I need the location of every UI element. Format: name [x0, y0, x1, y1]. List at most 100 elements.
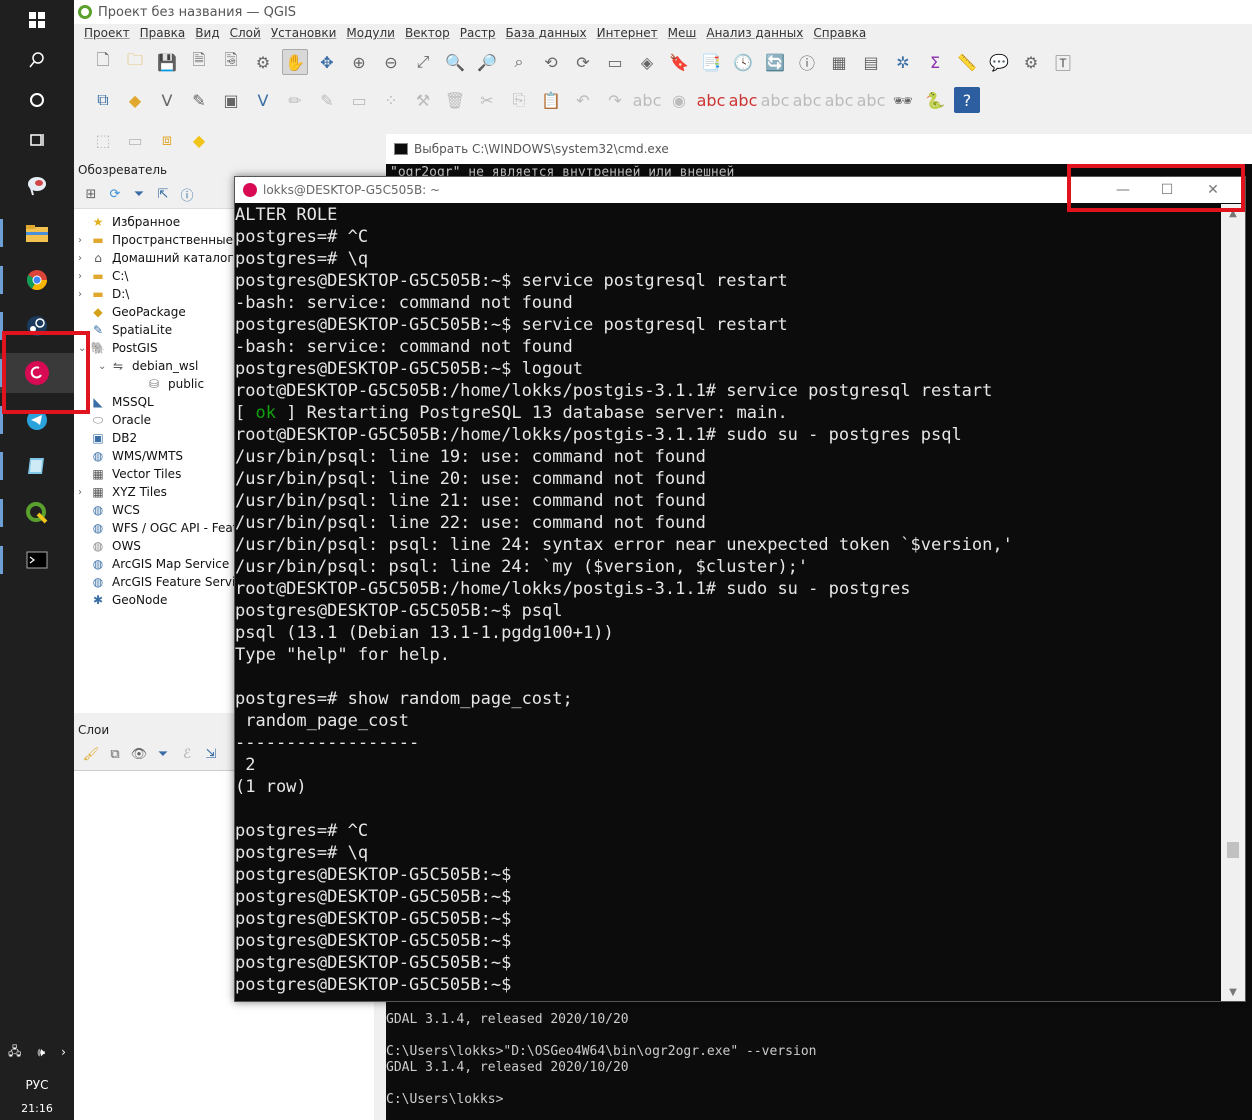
statistics-icon[interactable]: Σ [922, 49, 948, 75]
redo-icon[interactable]: ↷ [602, 87, 628, 113]
help-icon[interactable]: ? [954, 87, 980, 113]
settings-icon[interactable]: ✲ [890, 49, 916, 75]
browser-item[interactable]: › ▦ XYZ Tiles [78, 483, 167, 501]
menu-item[interactable]: Установки [271, 26, 337, 40]
paste-icon[interactable]: 📋 [538, 87, 564, 113]
network-icon[interactable]: 🖧 [8, 1042, 21, 1063]
browser-item[interactable]: ✎ SpatiaLite [78, 321, 172, 339]
filter-legend-icon[interactable]: ⏷ [152, 743, 174, 765]
refresh-icon[interactable]: ⟳ [104, 183, 126, 205]
menu-item[interactable]: Вид [195, 26, 219, 40]
menu-item[interactable]: Слой [230, 26, 261, 40]
filter-icon[interactable]: ⏷ [128, 183, 150, 205]
style-manager-icon[interactable]: ⚙ [250, 49, 276, 75]
cortana-button[interactable] [0, 80, 74, 120]
collapse-all-icon[interactable]: ⇱ [152, 183, 174, 205]
scroll-thumb[interactable] [1227, 842, 1239, 858]
expand-all-icon[interactable]: ⇲ [200, 743, 222, 765]
scroll-down-icon[interactable]: ▼ [1221, 983, 1245, 1001]
search-button[interactable] [0, 40, 74, 80]
chevron-right-icon[interactable]: › [61, 1045, 66, 1059]
style-layer-icon[interactable]: 🖌 [80, 743, 102, 765]
visibility-icon[interactable]: 👁 [128, 743, 150, 765]
text-annotation-icon[interactable]: 🅃 [1050, 49, 1076, 75]
taskbar-app-gis[interactable] [0, 446, 74, 486]
browser-item[interactable]: › ▬ C:\ [78, 267, 128, 285]
zoom-to-layer-icon[interactable]: 🔎 [474, 49, 500, 75]
toggle-editing-icon[interactable]: ✏ [282, 87, 308, 113]
new-map-view-icon[interactable]: ▭ [602, 49, 628, 75]
zoom-to-selection-icon[interactable]: 🔍 [442, 49, 468, 75]
menu-item[interactable]: Модули [346, 26, 395, 40]
browser-item[interactable]: ★ Избранное [78, 213, 181, 231]
new-project-icon[interactable]: 🗋 [90, 49, 116, 75]
open-project-icon[interactable]: 🗀 [122, 49, 148, 75]
menu-item[interactable]: База данных [506, 26, 587, 40]
browser-item[interactable]: › ▬ Пространственные з [78, 231, 243, 249]
label-pin-icon[interactable]: ◉ [666, 87, 692, 113]
zoom-out-icon[interactable]: ⊖ [378, 49, 404, 75]
vector-icon[interactable]: V [250, 87, 276, 113]
bookmark-icon[interactable]: 🔖 [666, 49, 692, 75]
new-shapefile-icon[interactable]: V [154, 87, 180, 113]
browser-item[interactable]: ◍ ArcGIS Map Service [78, 555, 229, 573]
measure-icon[interactable]: 📏 [954, 49, 980, 75]
temporal-icon[interactable]: 🕓 [730, 49, 756, 75]
label-rotate-icon[interactable]: abc [793, 87, 822, 113]
expand-arrow-icon[interactable]: › [78, 235, 90, 246]
menu-item[interactable]: Правка [140, 26, 186, 40]
undo-icon[interactable]: ↶ [570, 87, 596, 113]
zoom-full-icon[interactable]: ⤢ [410, 49, 436, 75]
menu-item[interactable]: Растр [460, 26, 496, 40]
menu-item[interactable]: Справка [813, 26, 866, 40]
browser-item[interactable]: ▦ Vector Tiles [78, 465, 181, 483]
expand-arrow-icon[interactable]: › [78, 271, 90, 282]
menu-item[interactable]: Анализ данных [706, 26, 803, 40]
cut-icon[interactable]: ✂ [474, 87, 500, 113]
menu-item[interactable]: Интернет [597, 26, 658, 40]
pan-to-selection-icon[interactable]: ✥ [314, 49, 340, 75]
pan-tool-icon[interactable]: ✋ [282, 49, 308, 75]
select-by-value-icon[interactable]: ▭ [122, 127, 148, 153]
save-edits-icon[interactable]: ✎ [314, 87, 340, 113]
menu-item[interactable]: Меш [668, 26, 697, 40]
new-3d-view-icon[interactable]: ◈ [634, 49, 660, 75]
plugin-icon[interactable]: 🕶 [890, 87, 916, 113]
taskbar-app-chrome[interactable] [0, 260, 74, 300]
new-geopackage-icon[interactable]: ◆ [122, 87, 148, 113]
gps-icon[interactable]: ▣ [218, 87, 244, 113]
print-layout-icon[interactable]: 🗟 [218, 49, 244, 75]
expand-arrow-icon[interactable]: › [78, 289, 90, 300]
zoom-in-icon[interactable]: ⊕ [346, 49, 372, 75]
select-icon[interactable]: ⚙ [1018, 49, 1044, 75]
browser-item[interactable]: ◍ ArcGIS Feature Service [78, 573, 250, 591]
filter-expression-icon[interactable]: ℰ [176, 743, 198, 765]
map-tips-icon[interactable]: 💬 [986, 49, 1012, 75]
clock[interactable]: 21:16 [0, 1102, 74, 1115]
browser-item[interactable]: ◆ GeoPackage [78, 303, 185, 321]
taskbar-app-pgadmin[interactable] [0, 166, 74, 206]
terminal-output[interactable]: ALTER ROLE postgres=# ^C postgres=# \q post… [235, 204, 1220, 1001]
data-source-manager-icon[interactable]: ⧉ [90, 87, 116, 113]
taskbar-app-qgis[interactable] [0, 493, 74, 533]
start-button[interactable] [0, 0, 74, 40]
taskbar-app-cmd[interactable] [0, 540, 74, 580]
expand-arrow-icon[interactable]: ⌄ [98, 361, 110, 372]
browser-item[interactable]: ◍ WCS [78, 501, 140, 519]
field-calculator-icon[interactable]: ▤ [858, 49, 884, 75]
browser-item[interactable]: ✱ GeoNode [78, 591, 167, 609]
input-language[interactable]: РУС [0, 1078, 74, 1092]
label-change-icon[interactable]: abc [825, 87, 854, 113]
save-as-icon[interactable]: 🗎 [186, 49, 212, 75]
digitize-icon[interactable]: ✎ [186, 87, 212, 113]
show-bookmarks-icon[interactable]: 📑 [698, 49, 724, 75]
python-icon[interactable]: 🐍 [922, 87, 948, 113]
delete-selected-icon[interactable]: 🗑 [442, 87, 468, 113]
browser-item[interactable]: › ⌂ Домашний каталог [78, 249, 234, 267]
zoom-last-icon[interactable]: ⟲ [538, 49, 564, 75]
expand-arrow-icon[interactable]: › [78, 487, 90, 498]
expand-arrow-icon[interactable]: › [78, 253, 90, 264]
select-features-icon[interactable]: ⬚ [90, 127, 116, 153]
browser-item[interactable]: ◍ WMS/WMTS [78, 447, 183, 465]
menu-item[interactable]: Проект [84, 26, 130, 40]
